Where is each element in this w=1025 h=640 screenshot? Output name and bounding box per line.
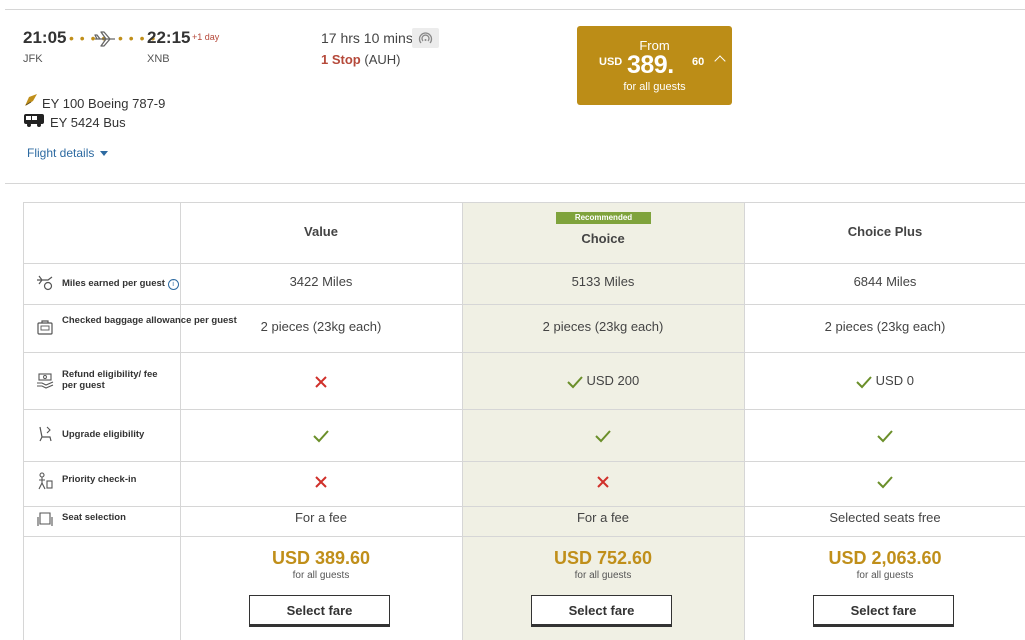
choice-seat: For a fee <box>576 510 630 525</box>
cross-icon <box>315 375 327 388</box>
choice-plus-refund-fee: USD 0 <box>875 373 914 388</box>
wifi-icon <box>412 28 439 48</box>
column-header-value: Value <box>304 224 338 239</box>
select-fare-choice-plus-button[interactable]: Select fare <box>813 595 954 625</box>
row-divider <box>24 263 1025 264</box>
stops-info: 1 Stop (AUH) <box>321 52 400 67</box>
row-label-seat: Seat selection <box>62 512 126 523</box>
select-fare-value-button[interactable]: Select fare <box>249 595 390 625</box>
seat-upgrade-icon <box>39 426 52 442</box>
refund-icon <box>37 373 54 389</box>
check-icon <box>313 429 329 443</box>
from-note: for all guests <box>623 81 686 93</box>
segment-bus: EY 5424 Bus <box>50 115 126 130</box>
choice-plus-refund: USD 0 <box>744 373 1025 389</box>
choice-plus-miles: 6844 Miles <box>853 274 917 289</box>
check-icon <box>595 429 611 443</box>
value-price: USD 389.60 <box>271 548 371 568</box>
row-label-miles: Miles earned per guest i <box>62 278 179 290</box>
departure-time: 21:05 <box>23 28 67 47</box>
plane-miles-icon <box>37 275 53 291</box>
row-label-priority: Priority check-in <box>62 474 137 485</box>
row-divider <box>24 506 1025 507</box>
check-icon <box>567 375 583 389</box>
airline-tail-icon <box>25 94 37 106</box>
select-fare-choice-button[interactable]: Select fare <box>531 595 672 625</box>
from-currency: USD <box>599 56 623 68</box>
check-icon <box>877 429 893 443</box>
check-icon <box>856 375 872 389</box>
flight-duration: 17 hrs 10 mins <box>321 30 413 46</box>
miles-label-text: Miles earned per guest <box>62 278 165 289</box>
value-refund <box>180 373 462 389</box>
row-divider <box>24 409 1025 410</box>
arrival-time: 22:15 <box>147 28 191 47</box>
choice-miles: 5133 Miles <box>571 274 635 289</box>
choice-plus-price: USD 2,063.60 <box>828 548 942 568</box>
chevron-up-icon <box>714 55 726 67</box>
choice-baggage: 2 pieces (23kg each) <box>542 319 664 334</box>
choice-plus-price-note: for all guests <box>856 570 914 581</box>
departure-airport: JFK <box>23 53 43 65</box>
row-divider <box>24 352 1025 353</box>
value-price-note: for all guests <box>292 570 350 581</box>
recommended-badge: Recommended <box>556 212 651 224</box>
value-miles: 3422 Miles <box>289 274 353 289</box>
cross-icon <box>597 475 609 488</box>
from-amount: 389. <box>627 51 674 79</box>
stop-count: 1 Stop <box>321 52 361 67</box>
top-divider <box>5 9 1025 10</box>
check-icon <box>877 475 893 489</box>
row-divider <box>24 461 1025 462</box>
choice-plus-seat: Selected seats free <box>829 510 941 525</box>
fare-comparison-table: Value Recommended Choice Choice Plus Mil… <box>23 202 1025 640</box>
section-divider <box>5 183 1025 184</box>
value-baggage: 2 pieces (23kg each) <box>260 319 382 334</box>
seat-icon <box>37 512 53 526</box>
choice-price-note: for all guests <box>574 570 632 581</box>
stop-airport: (AUH) <box>364 52 401 67</box>
plus-day-badge: +1 day <box>192 32 220 42</box>
value-upgrade <box>180 427 462 443</box>
row-label-refund: Refund eligibility/ fee per guest <box>62 369 158 391</box>
arrival-airport: XNB <box>147 53 170 65</box>
column-header-choice-plus: Choice Plus <box>847 224 923 239</box>
bus-icon <box>24 114 44 127</box>
from-decimals: 60 <box>692 56 705 68</box>
row-divider <box>24 536 1025 537</box>
value-priority <box>180 473 462 489</box>
plane-icon <box>94 31 115 47</box>
row-divider <box>24 304 1025 305</box>
from-price-button[interactable]: From USD 389. 60 for all guests <box>577 26 732 105</box>
choice-priority <box>462 473 744 489</box>
choice-plus-baggage: 2 pieces (23kg each) <box>824 319 946 334</box>
choice-refund-fee: USD 200 <box>586 373 640 388</box>
segment-flight: EY 100 Boeing 787-9 <box>42 96 166 111</box>
row-label-upgrade: Upgrade eligibility <box>62 429 145 440</box>
flight-details-label: Flight details <box>27 146 95 160</box>
caret-down-icon <box>99 151 108 157</box>
info-icon[interactable]: i <box>167 279 179 290</box>
choice-plus-upgrade <box>744 427 1025 443</box>
choice-plus-priority <box>744 473 1025 489</box>
column-header-choice: Choice <box>581 231 625 246</box>
priority-checkin-icon <box>38 472 53 490</box>
value-seat: For a fee <box>294 510 348 525</box>
choice-refund: USD 200 <box>462 373 744 389</box>
cross-icon <box>315 475 327 488</box>
baggage-icon <box>37 320 53 335</box>
choice-upgrade <box>462 427 744 443</box>
flight-details-link[interactable]: Flight details <box>27 146 108 160</box>
choice-price: USD 752.60 <box>553 548 653 568</box>
